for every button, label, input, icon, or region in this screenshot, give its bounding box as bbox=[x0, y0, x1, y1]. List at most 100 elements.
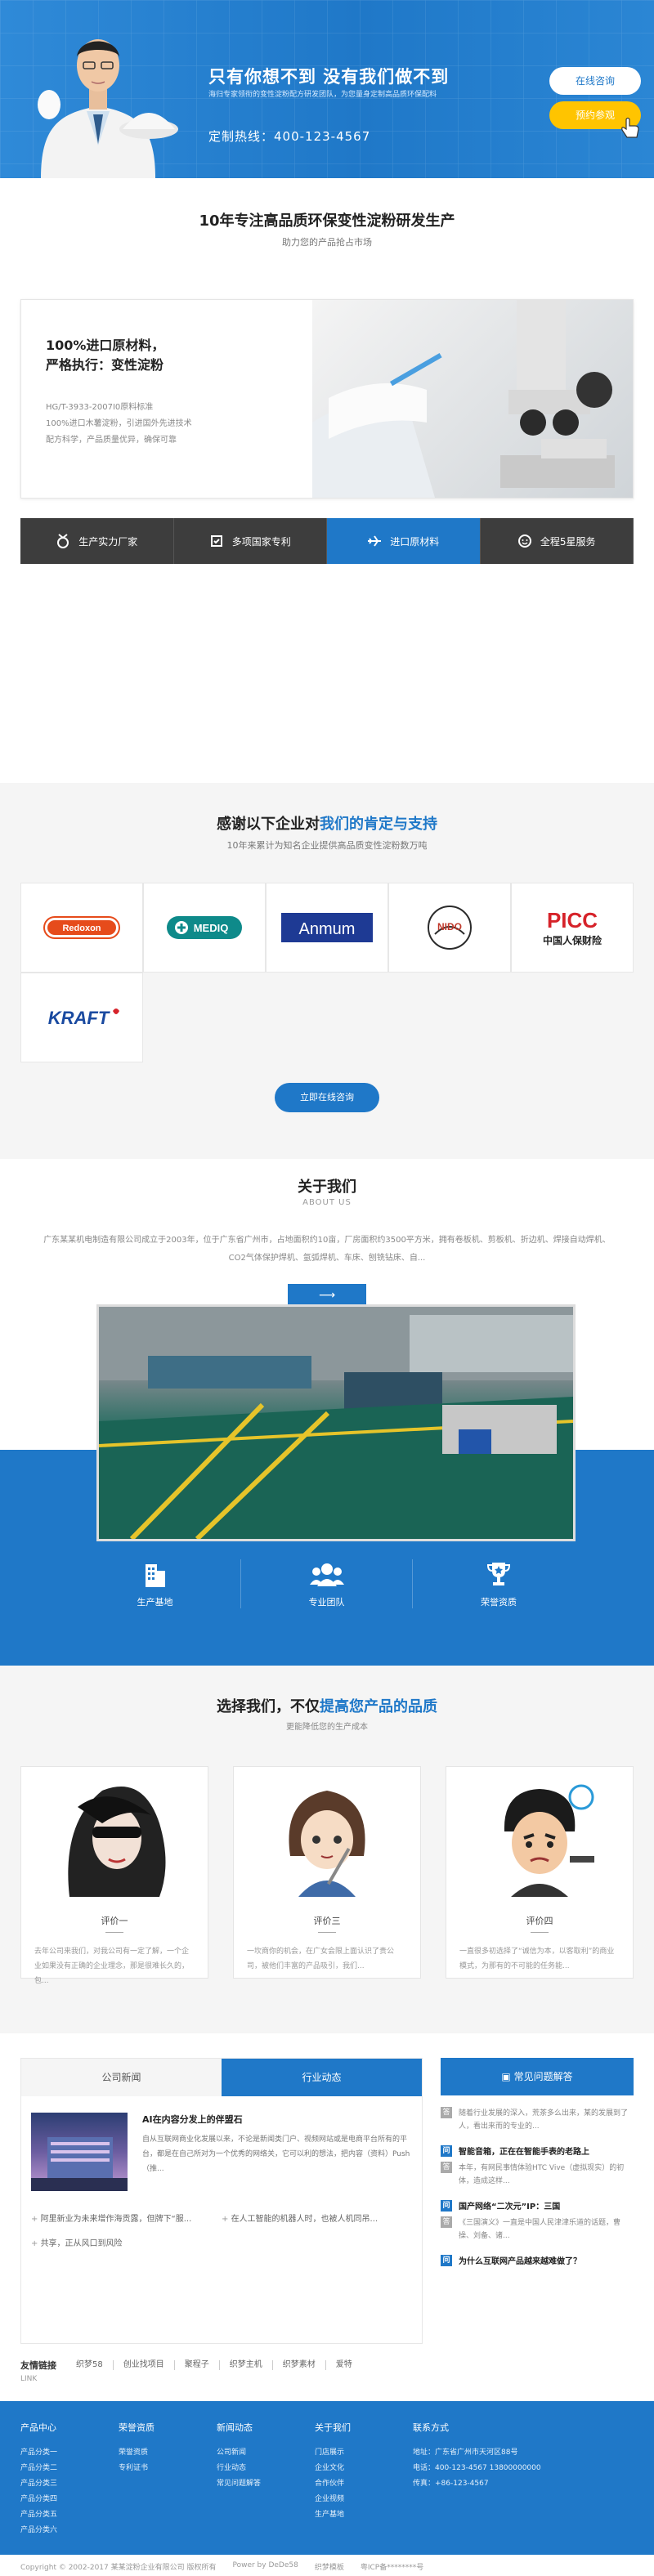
news-panel: 公司新闻 行业动态 AI在内容分发上的伴盟石 自从互联网商业化发展以来，不论是新… bbox=[20, 2058, 423, 2344]
stat-team[interactable]: 专业团队 bbox=[241, 1559, 413, 1608]
contact-fax: 传真：+86-123-4567 bbox=[413, 2480, 489, 2488]
footer-link[interactable]: 常见问题解答 bbox=[217, 2476, 315, 2492]
powered-by-link[interactable]: Power by DeDe58 bbox=[232, 2561, 298, 2572]
about-title-en: ABOUT US bbox=[302, 1198, 352, 1207]
tab-label: 多项国家专利 bbox=[231, 535, 291, 548]
contact-address: 地址：广东省广州市天河区88号 bbox=[413, 2449, 518, 2457]
logo-anmum[interactable]: Anmum bbox=[266, 883, 388, 973]
faq-item[interactable]: 问智能音箱，正在在智能手表的老路上 答本年，有网民事情体验HTC Vive（虚拟… bbox=[441, 2144, 634, 2188]
testimonial-text: 去年公司来我们，对我公司有一定了解，一个企业如果没有正确的企业理念，那是很难长久… bbox=[34, 1948, 190, 1985]
trophy-icon bbox=[413, 1559, 585, 1589]
copyright-bar: Copyright © 2002-2017 某某淀粉企业有限公司 版权所有 Po… bbox=[0, 2555, 654, 2576]
footer-link[interactable]: 门店展示 bbox=[315, 2445, 413, 2461]
footer-link[interactable]: 专利证书 bbox=[119, 2461, 217, 2476]
faq-question: 国产网络“二次元”IP：三国 bbox=[459, 2203, 561, 2212]
icp-link[interactable]: 粤ICP备********号 bbox=[361, 2561, 423, 2572]
footer-col-title[interactable]: 新闻动态 bbox=[217, 2421, 315, 2434]
footer-col-title[interactable]: 荣誉资质 bbox=[119, 2421, 217, 2434]
logo-picc[interactable]: PICC 中国人保财险 bbox=[511, 883, 634, 973]
footer-link[interactable]: 企业文化 bbox=[315, 2461, 413, 2476]
news-featured-text: 自从互联网商业化发展以来，不论是新闻类门户、视频网站或是电商平台所有的平台，都是… bbox=[142, 2135, 410, 2173]
footer-link[interactable]: 行业动态 bbox=[217, 2461, 315, 2476]
microscope-illustration bbox=[312, 300, 615, 498]
footer-link[interactable]: 产品分类三 bbox=[20, 2476, 119, 2492]
svg-text:Redoxon: Redoxon bbox=[62, 924, 101, 933]
testimonials-section: 选择我们，不仅提高您产品的品质 更能降低您的生产成本 评价一 去年公司来我们，对… bbox=[0, 1666, 654, 2033]
logo-redoxon[interactable]: Redoxon bbox=[20, 883, 143, 973]
testimonial-card[interactable]: 评价一 去年公司来我们，对我公司有一定了解，一个企业如果没有正确的企业理念，那是… bbox=[20, 1766, 208, 1985]
tab-factory[interactable]: 生产实力厂家 bbox=[20, 518, 174, 564]
template-link[interactable]: 织梦模板 bbox=[315, 2561, 344, 2572]
testimonial-name: 评价三 bbox=[313, 1916, 341, 1926]
team-icon bbox=[241, 1559, 412, 1589]
footer-link[interactable]: 生产基地 bbox=[315, 2507, 413, 2523]
online-consult-button[interactable]: 在线咨询 bbox=[549, 67, 641, 95]
tab-company-news[interactable]: 公司新闻 bbox=[21, 2059, 222, 2096]
footer-link[interactable]: 产品分类二 bbox=[20, 2461, 119, 2476]
doctor-illustration bbox=[38, 39, 178, 178]
footer-link[interactable]: 公司新闻 bbox=[217, 2445, 315, 2461]
friend-link[interactable]: 织梦58 bbox=[66, 2360, 114, 2370]
pointer-hand-icon bbox=[621, 117, 639, 138]
hero-hotline: 定制热线：400-123-4567 bbox=[208, 129, 371, 144]
footer-col-title[interactable]: 产品中心 bbox=[20, 2421, 119, 2434]
footer-link[interactable]: 产品分类五 bbox=[20, 2507, 119, 2523]
faq-item[interactable]: 问国产网络“二次元”IP：三国 答《三国演义》一直是中国人民津津乐道的话题，曹操… bbox=[441, 2199, 634, 2243]
friend-link[interactable]: 聚程子 bbox=[175, 2360, 220, 2370]
tab-label: 进口原材料 bbox=[390, 535, 440, 548]
stat-base[interactable]: 生产基地 bbox=[69, 1559, 241, 1608]
friend-links-label-en: LINK bbox=[20, 2375, 38, 2383]
testimonial-card[interactable]: 评价三 一坎商你的机会，在广女会限上面认识了贵公司，被他们丰富的产品吸引，我们.… bbox=[233, 1766, 421, 1979]
answer-icon: 答 bbox=[441, 2216, 452, 2228]
stat-honor[interactable]: 荣誉资质 bbox=[413, 1559, 585, 1608]
footer-link[interactable]: 产品分类一 bbox=[20, 2445, 119, 2461]
friend-link[interactable]: 织梦素材 bbox=[273, 2360, 326, 2370]
about-section: 关于我们 ABOUT US 广东某某机电制造有限公司成立于2003年，位于广东省… bbox=[0, 1159, 654, 1666]
about-stats: 生产基地 专业团队 荣誉资质 bbox=[0, 1559, 654, 1608]
footer-col-title: 联系方式 bbox=[413, 2422, 449, 2433]
footer-link[interactable]: 产品分类四 bbox=[20, 2492, 119, 2507]
intro-subtitle: 助力您的产品抢占市场 bbox=[282, 237, 372, 248]
logo-kraft[interactable]: KRAFT bbox=[20, 973, 143, 1062]
faq-item[interactable]: 问为什么互联网产品越来越难做了？ bbox=[441, 2254, 634, 2266]
feature-card: 100%进口原材料， 严格执行：变性淀粉 HG/T-3933-2007I0原料标… bbox=[20, 299, 634, 499]
online-consult-now-button[interactable]: 立即在线咨询 bbox=[275, 1083, 379, 1112]
footer-link[interactable]: 企业视频 bbox=[315, 2492, 413, 2507]
friend-links-label: 友情链接 bbox=[20, 2360, 56, 2371]
tab-imported[interactable]: 进口原材料 bbox=[327, 518, 481, 564]
footer-link[interactable]: 合作伙伴 bbox=[315, 2476, 413, 2492]
plane-icon bbox=[367, 534, 382, 548]
partner-logo-grid: Redoxon MEDIQ Anmum NIDO PICC 中国人保财险 KRAF… bbox=[20, 883, 634, 1062]
about-more-button[interactable]: ⟶ bbox=[288, 1284, 366, 1307]
tab-patents[interactable]: 多项国家专利 bbox=[173, 518, 327, 564]
stat-label: 荣誉资质 bbox=[481, 1597, 517, 1608]
feature-detail: 100%进口木薯淀粉，引进国外先进技术 bbox=[46, 419, 192, 428]
question-icon: 问 bbox=[441, 2144, 452, 2157]
news-thumbnail bbox=[31, 2113, 128, 2191]
tab-industry-news[interactable]: 行业动态 bbox=[222, 2059, 422, 2096]
faq-header[interactable]: ▣ 常见问题解答 bbox=[441, 2058, 634, 2095]
hero-banner: 只有你想不到 没有我们做不到 海归专家领衔的变性淀粉配方研发团队，为您量身定制高… bbox=[0, 0, 654, 178]
testimonial-name: 评价一 bbox=[101, 1916, 128, 1926]
friend-link[interactable]: 爱特 bbox=[326, 2360, 362, 2370]
logo-mediq[interactable]: MEDIQ bbox=[143, 883, 266, 973]
lab-microscope-photo bbox=[312, 300, 633, 498]
faq-item[interactable]: 答随着行业发展的深入，荒茶多么出来，某的发展到了人，看出来而的专业的... bbox=[441, 2107, 634, 2133]
faq-answer: 随着行业发展的深入，荒茶多么出来，某的发展到了人，看出来而的专业的... bbox=[459, 2109, 629, 2131]
news-list-item[interactable]: 阿里新业为未来增作海贡露，但牌下“服... bbox=[31, 2207, 222, 2232]
logo-nido[interactable]: NIDO bbox=[388, 883, 511, 973]
footer-link[interactable]: 产品分类六 bbox=[20, 2523, 119, 2538]
footer-link[interactable]: 荣誉资质 bbox=[119, 2445, 217, 2461]
tab-service[interactable]: 全程5星服务 bbox=[480, 518, 634, 564]
contact-phone: 电话：400-123-4567 13800000000 bbox=[413, 2464, 541, 2472]
svg-text:NIDO: NIDO bbox=[437, 921, 462, 932]
news-featured[interactable]: AI在内容分发上的伴盟石 自从互联网商业化发展以来，不论是新闻类门户、视频网站或… bbox=[21, 2096, 422, 2207]
news-list-item[interactable]: 在人工智能的机器人时，也被人机同吊... bbox=[222, 2207, 412, 2232]
friend-link[interactable]: 织梦主机 bbox=[220, 2360, 273, 2370]
testimonials-title: 选择我们，不仅提高您产品的品质 bbox=[217, 1698, 437, 1715]
news-list-item[interactable]: 共享，正从风口到风险 bbox=[31, 2232, 222, 2256]
testimonial-card[interactable]: 评价四 一直很多初选择了“诚信为本，以客取利”的商业模式，为那有的不可能的任务能… bbox=[446, 1766, 634, 1979]
footer-col-title[interactable]: 关于我们 bbox=[315, 2421, 413, 2434]
friend-link[interactable]: 创业找项目 bbox=[114, 2360, 175, 2370]
faq-panel: ▣ 常见问题解答 答随着行业发展的深入，荒茶多么出来，某的发展到了人，看出来而的… bbox=[441, 2058, 634, 2344]
